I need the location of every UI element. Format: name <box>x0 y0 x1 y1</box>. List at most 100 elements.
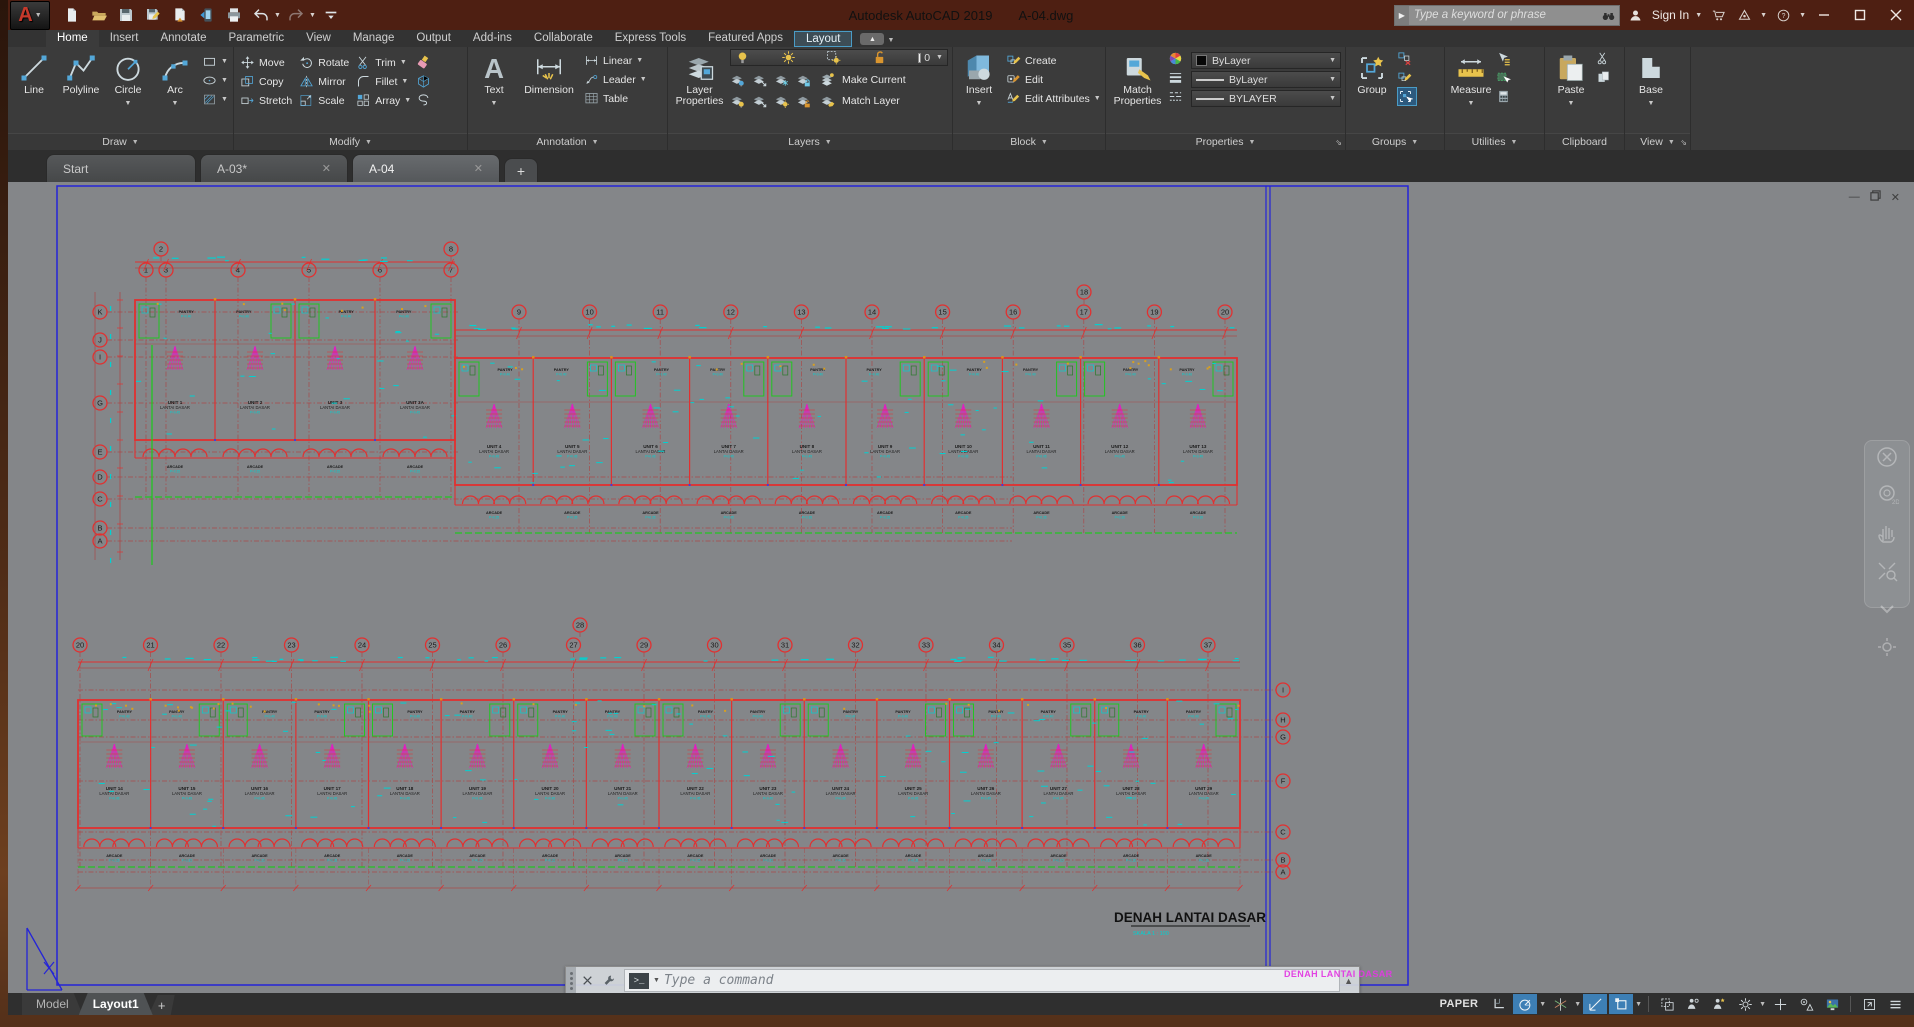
cut-button[interactable] <box>1596 49 1616 68</box>
object-snap-dropdown-icon[interactable]: ▼ <box>1635 1001 1642 1008</box>
trim-button[interactable]: Trim▼ <box>354 53 413 72</box>
search-input[interactable] <box>1409 6 1599 25</box>
lineweight-select[interactable]: ByLayer▼ <box>1191 71 1341 88</box>
help-dropdown-icon[interactable]: ▼ <box>1799 12 1806 19</box>
layer-thaw-button[interactable] <box>774 91 794 110</box>
ortho-mode-button[interactable] <box>1487 994 1511 1014</box>
maximize-button[interactable] <box>1842 0 1878 30</box>
panel-title-properties[interactable]: Properties▼⇘ <box>1106 133 1345 150</box>
panel-title-groups[interactable]: Groups▼ <box>1346 133 1444 150</box>
erase-button[interactable] <box>416 53 436 72</box>
rotate-button[interactable]: Rotate <box>297 53 351 72</box>
undo-dropdown-icon[interactable]: ▼ <box>274 12 281 19</box>
layer-unisolate-button[interactable] <box>752 91 772 110</box>
panel-title-modify[interactable]: Modify▼ <box>234 133 467 150</box>
new-tab-button[interactable]: + <box>504 158 538 182</box>
linetype-icon[interactable] <box>1168 87 1188 106</box>
edit-block-button[interactable]: Edit <box>1004 70 1103 89</box>
command-recent-dropdown-icon[interactable]: ▼ <box>653 977 660 984</box>
ribbon-tab-layout[interactable]: Layout <box>794 31 853 47</box>
copy-clip-button[interactable] <box>1596 68 1616 87</box>
lineweight-icon[interactable] <box>1168 68 1188 87</box>
ellipse-button[interactable]: ▼ <box>200 71 230 90</box>
stretch-button[interactable]: Stretch <box>238 91 294 110</box>
layer-on-button[interactable] <box>730 91 750 110</box>
layer-off-button[interactable] <box>730 70 750 89</box>
polar-tracking-dropdown-icon[interactable]: ▼ <box>1539 1001 1546 1008</box>
search-collapse-icon[interactable]: ▶ <box>1395 6 1409 25</box>
drawing-area[interactable]: KJIGE13456728PANTRYP+0.40UNIT 1LANTAI DA… <box>8 182 1914 993</box>
file-tab-a-03[interactable]: A-03*✕ <box>200 154 348 182</box>
object-snap-tracking-button[interactable] <box>1583 994 1607 1014</box>
save-as-button[interactable] <box>141 4 165 26</box>
ribbon-tab-express-tools[interactable]: Express Tools <box>604 30 697 47</box>
rectangle-button[interactable]: ▼ <box>200 52 230 71</box>
leader-button[interactable]: Leader▼ <box>582 70 649 89</box>
doc-minimize-icon[interactable]: — <box>1849 191 1860 203</box>
redo-button[interactable] <box>284 4 308 26</box>
pan-hand-icon[interactable] <box>1875 521 1899 550</box>
match-layer-button[interactable]: Match Layer <box>818 91 902 110</box>
group-selection-toggle[interactable] <box>1397 87 1417 106</box>
group-button[interactable]: Group <box>1350 49 1394 96</box>
workspace-gear-button[interactable] <box>1733 994 1757 1014</box>
annotation-visibility-button[interactable] <box>1707 994 1731 1014</box>
match-properties-button[interactable]: Match Properties <box>1110 49 1165 107</box>
ribbon-tab-annotate[interactable]: Annotate <box>149 30 217 47</box>
crosshair-tool-button[interactable] <box>1768 994 1792 1014</box>
ribbon-collapse-button[interactable]: ▲ <box>860 33 884 45</box>
panel-title-draw[interactable]: Draw▼ <box>8 133 233 150</box>
print-button[interactable] <box>222 4 246 26</box>
navbar-settings-icon[interactable] <box>1875 635 1899 664</box>
mirror-button[interactable]: Mirror <box>297 72 351 91</box>
panel-title-view[interactable]: View▼⇘ <box>1625 133 1690 150</box>
ribbon-tab-home[interactable]: Home <box>46 30 99 47</box>
file-tab-start[interactable]: Start <box>46 154 196 182</box>
navbar-close-icon[interactable] <box>1875 445 1899 474</box>
close-button[interactable] <box>1878 0 1914 30</box>
navigation-bar[interactable]: 2D <box>1864 440 1910 608</box>
file-tab-a-04[interactable]: A-04✕ <box>352 154 500 182</box>
workspace-gear-dropdown-icon[interactable]: ▼ <box>1759 1001 1766 1008</box>
object-snap-button[interactable] <box>1609 994 1633 1014</box>
close-tab-icon[interactable]: ✕ <box>474 162 483 175</box>
sign-in-dropdown-icon[interactable]: ▼ <box>1695 12 1702 19</box>
new-file-button[interactable] <box>60 4 84 26</box>
isometric-drafting-button[interactable] <box>1548 994 1572 1014</box>
edit-attributes-button[interactable]: Edit Attributes▼ <box>1004 89 1103 108</box>
panel-title-annotation[interactable]: Annotation▼ <box>468 133 667 150</box>
paper-space-button[interactable]: PAPER <box>1432 998 1487 1010</box>
annotation-monitor-button[interactable] <box>1681 994 1705 1014</box>
ribbon-collapse-dropdown-icon[interactable]: ▼ <box>887 37 894 44</box>
doc-restore-icon[interactable] <box>1870 190 1881 204</box>
graphics-performance-button[interactable] <box>1820 994 1844 1014</box>
zoom-extents-icon[interactable] <box>1875 559 1899 588</box>
selection-cycling-button[interactable] <box>1655 994 1679 1014</box>
ribbon-tab-collaborate[interactable]: Collaborate <box>523 30 604 47</box>
object-color-select[interactable]: ByLayer▼ <box>1191 52 1341 69</box>
layer-freeze-button[interactable] <box>774 70 794 89</box>
create-block-button[interactable]: Create <box>1004 51 1103 70</box>
panel-title-block[interactable]: Block▼ <box>953 133 1105 150</box>
quick-calculator-button[interactable] <box>1496 87 1516 106</box>
group-edit-button[interactable] <box>1397 68 1417 87</box>
application-menu-button[interactable]: A ▼ <box>10 1 50 30</box>
open-web-mobile-button[interactable] <box>195 4 219 26</box>
ungroup-button[interactable] <box>1397 49 1417 68</box>
hatch-button[interactable]: ▼ <box>200 90 230 109</box>
command-input[interactable]: >_ ▼ Type a command <box>624 969 1340 992</box>
arc-button[interactable]: Arc▼ <box>153 49 197 109</box>
drawing-canvas[interactable]: KJIGE13456728PANTRYP+0.40UNIT 1LANTAI DA… <box>8 182 1914 993</box>
ribbon-tab-parametric[interactable]: Parametric <box>218 30 296 47</box>
navbar-more-icon[interactable] <box>1875 597 1899 626</box>
ribbon-tab-view[interactable]: View <box>295 30 342 47</box>
scale-button[interactable]: Scale <box>297 91 351 110</box>
base-view-button[interactable]: Base▼ <box>1629 49 1673 109</box>
annotation-scale-button[interactable] <box>1794 994 1818 1014</box>
sign-in-button[interactable]: Sign In <box>1652 8 1689 22</box>
select-similar-button[interactable] <box>1496 68 1516 87</box>
text-button[interactable]: AText▼ <box>472 49 516 109</box>
layer-isolate-button[interactable] <box>752 70 772 89</box>
explode-button[interactable] <box>416 72 436 91</box>
redo-dropdown-icon[interactable]: ▼ <box>309 12 316 19</box>
